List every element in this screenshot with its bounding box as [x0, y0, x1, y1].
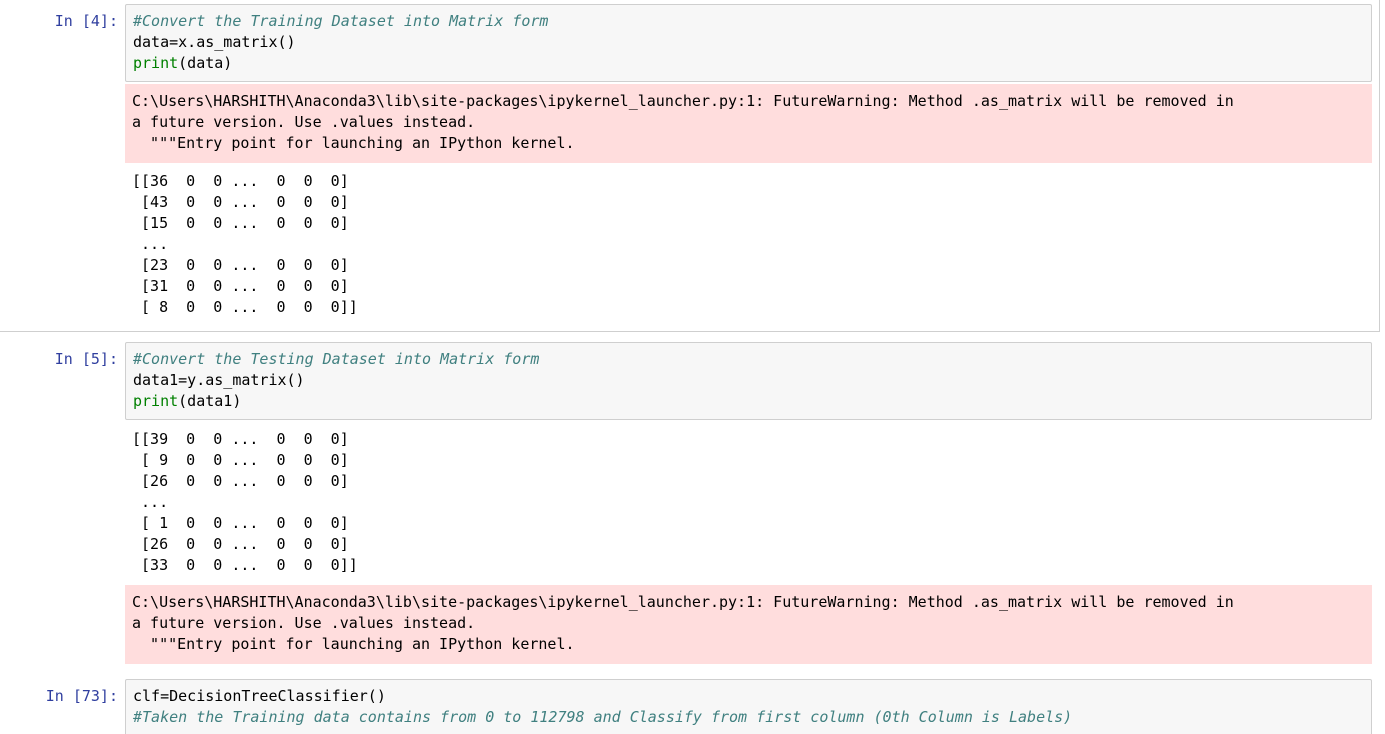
- input-prompt: In [4]:: [54, 12, 118, 30]
- output-line: [[39 0 0 ... 0 0 0]: [132, 430, 349, 448]
- output-line: [26 0 0 ... 0 0 0]: [132, 472, 349, 490]
- output-line: [[36 0 0 ... 0 0 0]: [132, 172, 349, 190]
- code-comment: #Convert the Testing Dataset into Matrix…: [133, 350, 540, 368]
- code-line: clf=DecisionTreeClassifier(): [133, 687, 386, 705]
- output-line: [23 0 0 ... 0 0 0]: [132, 256, 349, 274]
- code-cell-5[interactable]: In [5]: #Convert the Testing Dataset int…: [0, 338, 1380, 668]
- output-line: [43 0 0 ... 0 0 0]: [132, 193, 349, 211]
- input-prompt: In [73]:: [45, 687, 118, 705]
- output-line: [33 0 0 ... 0 0 0]]: [132, 556, 358, 574]
- code-line: data=x.as_matrix(): [133, 33, 296, 51]
- code-comment: #Convert the Training Dataset into Matri…: [133, 12, 549, 30]
- code-line: data1=y.as_matrix(): [133, 371, 305, 389]
- print-args: (data): [178, 54, 233, 72]
- stdout-output: [[36 0 0 ... 0 0 0] [43 0 0 ... 0 0 0] […: [125, 171, 1372, 318]
- stdout-output: [[39 0 0 ... 0 0 0] [ 9 0 0 ... 0 0 0] […: [125, 429, 1372, 576]
- output-line: [26 0 0 ... 0 0 0]: [132, 535, 349, 553]
- output-line: ...: [132, 493, 169, 511]
- warning-line: C:\Users\HARSHITH\Anaconda3\lib\site-pac…: [132, 593, 1234, 611]
- warning-line: """Entry point for launching an IPython …: [132, 635, 575, 653]
- warning-output: C:\Users\HARSHITH\Anaconda3\lib\site-pac…: [125, 585, 1372, 664]
- code-line: print(data): [133, 53, 1364, 74]
- input-prompt: In [5]:: [54, 350, 118, 368]
- code-comment: #Taken the Training data contains from 0…: [133, 708, 1073, 726]
- output-line: ...: [132, 235, 169, 253]
- output-line: [ 1 0 0 ... 0 0 0]: [132, 514, 349, 532]
- output-line: [15 0 0 ... 0 0 0]: [132, 214, 349, 232]
- warning-output: C:\Users\HARSHITH\Anaconda3\lib\site-pac…: [125, 84, 1372, 163]
- warning-line: a future version. Use .values instead.: [132, 113, 476, 131]
- print-keyword: print: [133, 54, 179, 72]
- output-line: [ 9 0 0 ... 0 0 0]: [132, 451, 349, 469]
- print-args: (data1): [178, 392, 242, 410]
- warning-line: a future version. Use .values instead.: [132, 614, 476, 632]
- print-keyword: print: [133, 392, 179, 410]
- output-line: [31 0 0 ... 0 0 0]: [132, 277, 349, 295]
- code-input[interactable]: #Convert the Training Dataset into Matri…: [125, 4, 1372, 82]
- warning-line: C:\Users\HARSHITH\Anaconda3\lib\site-pac…: [132, 92, 1234, 110]
- code-input[interactable]: clf=DecisionTreeClassifier() #Taken the …: [125, 679, 1372, 734]
- output-line: [ 8 0 0 ... 0 0 0]]: [132, 298, 358, 316]
- code-line: print(data1): [133, 391, 1364, 412]
- warning-line: """Entry point for launching an IPython …: [132, 134, 575, 152]
- code-cell-73[interactable]: In [73]: clf=DecisionTreeClassifier() #T…: [0, 675, 1380, 734]
- code-cell-4[interactable]: In [4]: #Convert the Training Dataset in…: [0, 0, 1380, 332]
- code-input[interactable]: #Convert the Testing Dataset into Matrix…: [125, 342, 1372, 420]
